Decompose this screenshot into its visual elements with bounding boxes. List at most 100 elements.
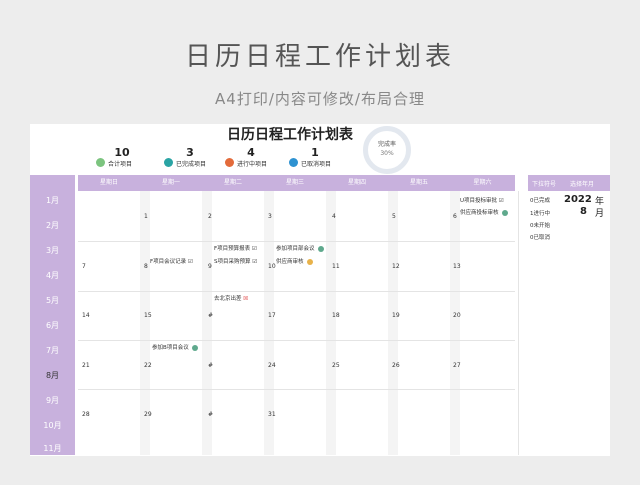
day-cell[interactable]: 1 — [144, 213, 148, 220]
month-4[interactable]: 4月 — [30, 270, 75, 281]
year-value[interactable]: 2022 — [564, 194, 592, 205]
month-10[interactable]: 10月 — [30, 420, 75, 431]
completion-donut: 完成率 30% — [363, 126, 411, 174]
side-header: 下拉符号 选择年月 — [528, 175, 610, 191]
month-6[interactable]: 6月 — [30, 320, 75, 331]
day-cell[interactable]: 10 — [268, 263, 276, 270]
day-cell[interactable]: 5 — [392, 213, 396, 220]
day-cell[interactable]: 25 — [332, 362, 340, 369]
weekday-thu: 星期四 — [347, 179, 366, 186]
col-sep — [326, 191, 336, 455]
cancel-icon: ☒ — [243, 296, 249, 302]
status-dot-icon — [306, 258, 313, 265]
event-item[interactable]: F项目会议记录 ☑ — [150, 257, 193, 265]
month-7[interactable]: 7月 — [30, 345, 75, 356]
event-item[interactable]: 供应商投标审核 — [460, 208, 508, 216]
checked-icon: ☑ — [251, 246, 257, 252]
day-cell[interactable]: 26 — [392, 362, 400, 369]
event-item[interactable]: F项目预算报表 ☑ — [214, 244, 257, 252]
event-text: 参加项目部会议 — [276, 246, 315, 252]
day-cell[interactable]: 4 — [332, 213, 336, 220]
legend-item: 0未开始 — [530, 223, 550, 229]
day-cell[interactable]: 19 — [392, 312, 400, 319]
month-1[interactable]: 1月 — [30, 195, 75, 206]
month-11[interactable]: 11月 — [30, 443, 75, 454]
day-cell[interactable]: 15 — [144, 312, 152, 319]
legend-item: 0已取消 — [530, 235, 550, 241]
month-value[interactable]: 8 — [580, 206, 587, 217]
day-cell[interactable]: 3 — [268, 213, 272, 220]
weekday-tue: 星期二 — [223, 179, 242, 186]
day-cell[interactable]: 20 — [453, 312, 461, 319]
event-text: U项目投标审批 — [460, 198, 498, 204]
row-divider — [78, 389, 515, 390]
side-panel — [518, 191, 611, 455]
checked-icon: ☑ — [187, 259, 193, 265]
day-cell[interactable]: 22 — [144, 362, 152, 369]
stat-done-label: 已完成项目 — [176, 161, 207, 168]
day-cell[interactable]: 9 — [208, 263, 212, 270]
day-cell[interactable]: 12 — [392, 263, 400, 270]
day-cell[interactable]: 7 — [82, 263, 86, 270]
col-sep — [450, 191, 460, 455]
day-cell[interactable]: 8 — [144, 263, 148, 270]
col-sep — [388, 191, 398, 455]
event-text: S项目采购预算 — [214, 259, 251, 265]
event-text: 参加B项目会议 — [152, 345, 189, 351]
event-text: F项目会议记录 — [150, 259, 187, 265]
donut-label: 完成率 — [377, 141, 396, 148]
day-cell[interactable]: 28 — [82, 411, 90, 418]
month-unit: 月 — [595, 209, 605, 219]
day-cell[interactable]: 6 — [453, 213, 457, 220]
calendar-grid: 1 2 3 4 5 6 7 8 9 10 11 12 13 14 15 # 17… — [78, 191, 515, 455]
day-cell[interactable]: 18 — [332, 312, 340, 319]
clipboard-icon — [225, 158, 234, 167]
legend-item: 0已完成 — [530, 198, 550, 204]
weekday-header: 星期日 星期一 星期二 星期三 星期四 星期五 星期六 — [78, 175, 515, 191]
day-cell[interactable]: 29 — [144, 411, 152, 418]
day-cell[interactable]: 17 — [268, 312, 276, 319]
stat-total-label: 合计项目 — [108, 161, 133, 168]
day-cell[interactable]: # — [208, 362, 213, 369]
month-5[interactable]: 5月 — [30, 295, 75, 306]
event-item[interactable]: S项目采购预算 ☑ — [214, 257, 257, 265]
month-3[interactable]: 3月 — [30, 245, 75, 256]
event-item[interactable]: 去北京出差 ☒ — [214, 294, 248, 302]
day-cell[interactable]: 27 — [453, 362, 461, 369]
month-2[interactable]: 2月 — [30, 220, 75, 231]
month-sidebar: 1月 2月 3月 4月 5月 6月 7月 8月 9月 10月 11月 — [30, 175, 75, 455]
month-9[interactable]: 9月 — [30, 395, 75, 406]
event-text: 去北京出差 — [214, 296, 242, 302]
day-cell[interactable]: 13 — [453, 263, 461, 270]
check-icon — [164, 158, 173, 167]
monitor-icon — [289, 158, 298, 167]
day-cell[interactable]: 24 — [268, 362, 276, 369]
weekday-fri: 星期五 — [409, 179, 428, 186]
event-text: F项目预算报表 — [214, 246, 251, 252]
status-dot-icon — [501, 209, 508, 216]
day-cell[interactable]: 31 — [268, 411, 276, 418]
status-dot-icon — [317, 245, 324, 252]
event-item[interactable]: 参加B项目会议 — [152, 343, 198, 351]
day-cell[interactable]: 21 — [82, 362, 90, 369]
month-8[interactable]: 8月 — [30, 370, 75, 381]
document-icon — [96, 158, 105, 167]
stat-progress-label: 进行中项目 — [237, 161, 268, 168]
event-text: 供应商投标审核 — [460, 210, 499, 216]
day-cell[interactable]: 14 — [82, 312, 90, 319]
page-title: 日历日程工作计划表 — [184, 42, 455, 72]
event-item[interactable]: 参加项目部会议 — [276, 244, 324, 252]
event-item[interactable]: 供应商审核 — [276, 257, 313, 265]
day-cell[interactable]: # — [208, 411, 213, 418]
event-item[interactable]: U项目投标审批 ☑ — [460, 196, 504, 204]
row-divider — [78, 340, 515, 341]
weekday-sun: 星期日 — [99, 179, 118, 186]
checked-icon: ☑ — [498, 198, 504, 204]
day-cell[interactable]: # — [208, 312, 213, 319]
day-cell[interactable]: 2 — [208, 213, 212, 220]
weekday-sat: 星期六 — [473, 179, 492, 186]
page-subtitle: A4打印/内容可修改/布局合理 — [215, 90, 425, 108]
donut-value: 30% — [380, 150, 394, 157]
row-divider — [78, 241, 515, 242]
day-cell[interactable]: 11 — [332, 263, 340, 270]
